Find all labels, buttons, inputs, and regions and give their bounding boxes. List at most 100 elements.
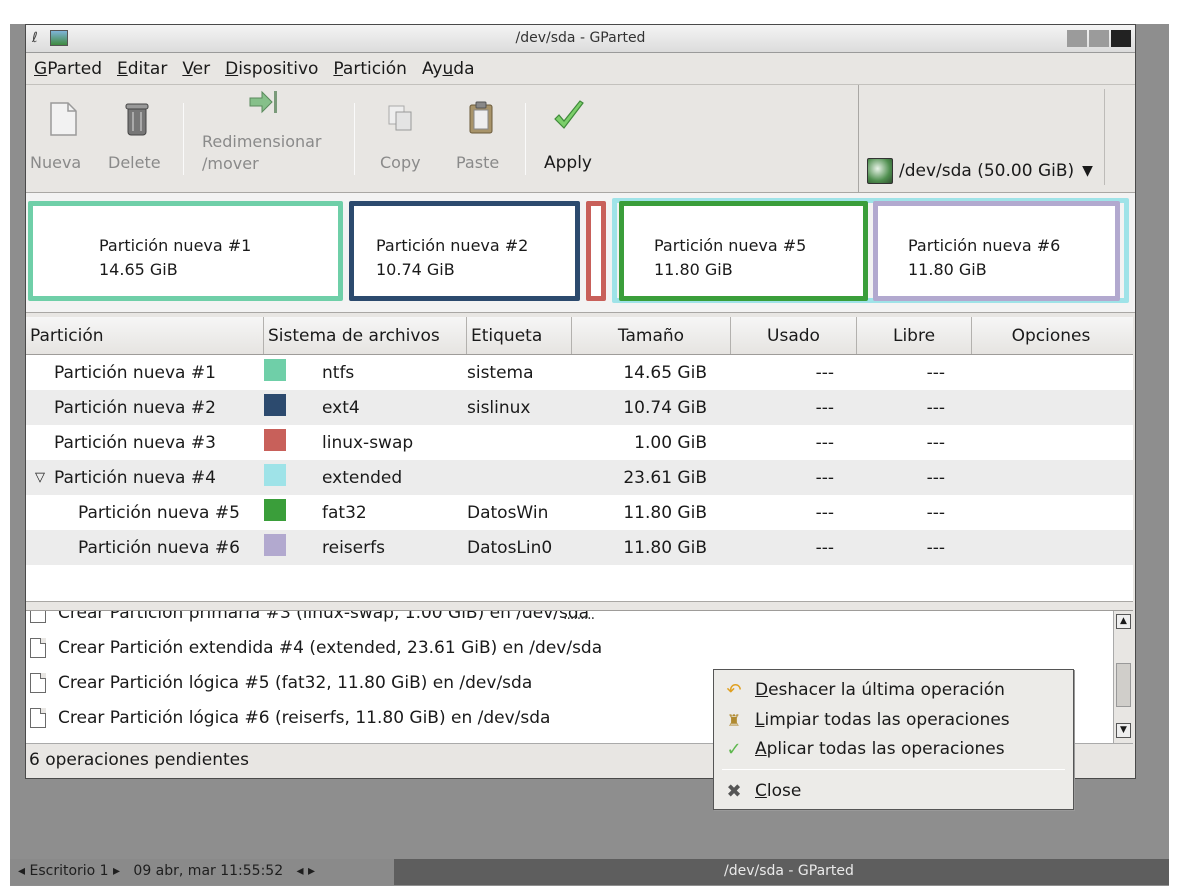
swatch-cell <box>264 499 322 526</box>
table-row[interactable]: Partición nueva #6 reiserfs DatosLin0 11.80… <box>26 530 1133 565</box>
operation-item[interactable]: Crear Partición extendida #4 (extended, … <box>26 632 602 664</box>
operations-scrollbar[interactable]: ▲ ▼ <box>1113 611 1133 743</box>
diskmap-partition-5[interactable]: Partición nueva #5 11.80 GiB <box>619 201 868 301</box>
partition-label: DatosLin0 <box>467 537 553 558</box>
copy-button[interactable]: Copy <box>374 99 434 181</box>
gparted-window: ℓ /dev/sda - GParted GParted Editar Ver … <box>25 24 1136 779</box>
undo-icon: ↶ <box>726 679 742 701</box>
resize-label-2: /mover <box>202 154 259 173</box>
partition-name: Partición nueva #5 <box>78 502 240 523</box>
resize-arrow-icon <box>249 90 277 114</box>
document-icon <box>30 611 46 623</box>
taskbar-task-gparted[interactable]: /dev/sda - GParted <box>394 859 1169 885</box>
diskmap-partition-6[interactable]: Partición nueva #6 11.80 GiB <box>873 201 1120 301</box>
apply-icon: ✓ <box>726 738 742 760</box>
partition-used: --- <box>815 537 834 558</box>
column-header-sistema[interactable]: Sistema de archivos <box>264 317 467 354</box>
dropdown-arrow-icon[interactable]: ▼ <box>1082 163 1093 179</box>
clear-all-operations-item[interactable]: ♜ Limpiar todas las operaciones <box>724 706 1010 734</box>
close-window-button[interactable] <box>1111 30 1131 47</box>
undo-last-operation-item[interactable]: ↶ Deshacer la última operación <box>724 676 1004 704</box>
filesystem: fat32 <box>322 502 367 523</box>
operation-item[interactable]: Crear Partición lógica #5 (fat32, 11.80 … <box>26 667 532 699</box>
operation-item[interactable]: Crear Partición lógica #6 (reiserfs, 11.… <box>26 702 550 734</box>
color-swatch <box>264 394 286 416</box>
menu-bar: GParted Editar Ver Dispositivo Partición… <box>26 53 1135 85</box>
table-body: Partición nueva #1 ntfs sistema 14.65 GiB --… <box>26 355 1133 565</box>
column-header-opciones[interactable]: Opciones <box>972 317 1130 354</box>
apply-button[interactable]: Apply <box>536 99 606 181</box>
column-header-particion[interactable]: Partición <box>26 317 264 354</box>
scroll-down-arrow-icon[interactable]: ▼ <box>1116 723 1131 738</box>
window-title: /dev/sda - GParted <box>515 30 646 46</box>
menu-dispositivo[interactable]: Dispositivo <box>225 59 318 79</box>
partition-used: --- <box>815 397 834 418</box>
menu-particion[interactable]: Partición <box>333 59 407 79</box>
checkmark-icon <box>554 100 584 129</box>
diskmap-partition-1[interactable]: Partición nueva #1 14.65 GiB <box>28 201 343 301</box>
paste-icon <box>469 101 493 134</box>
title-bar[interactable]: ℓ /dev/sda - GParted <box>26 25 1135 53</box>
partition-label: sislinux <box>467 397 531 418</box>
table-row[interactable]: Partición nueva #5 fat32 DatosWin 11.80 GiB… <box>26 495 1133 530</box>
menu-ayuda[interactable]: Ayuda <box>422 59 475 79</box>
paste-button[interactable]: Paste <box>450 99 516 181</box>
color-swatch <box>264 359 286 381</box>
close-menu-item[interactable]: ✖ Close <box>724 777 801 805</box>
disk-map: Partición nueva #1 14.65 GiB Partición n… <box>26 193 1135 313</box>
table-row[interactable]: Partición nueva #2 ext4 sislinux 10.74 GiB -… <box>26 390 1133 425</box>
desktop-switcher[interactable]: ◂ Escritorio 1 ▸ <box>18 863 120 879</box>
scroll-up-arrow-icon[interactable]: ▲ <box>1116 614 1131 629</box>
table-row[interactable]: Partición nueva #1 ntfs sistema 14.65 GiB --… <box>26 355 1133 390</box>
trash-icon <box>125 103 149 136</box>
diskmap-partition-2[interactable]: Partición nueva #2 10.74 GiB <box>349 201 580 301</box>
minimize-button[interactable] <box>1067 30 1087 47</box>
menu-separator <box>722 769 1065 770</box>
filesystem: reiserfs <box>322 537 385 558</box>
scroll-thumb[interactable] <box>1116 663 1131 707</box>
partition-used: --- <box>815 467 834 488</box>
copy-icon <box>388 105 412 131</box>
column-header-libre[interactable]: Libre <box>857 317 972 354</box>
partition-size: 11.80 GiB <box>623 502 707 523</box>
resize-move-button[interactable]: Redimensionar/mover <box>196 89 346 181</box>
task-nav[interactable]: ◂ ▸ <box>296 863 315 879</box>
pending-count-status: 6 operaciones pendientes <box>29 750 249 770</box>
column-header-tamano[interactable]: Tamaño <box>572 317 731 354</box>
partition-label: DatosWin <box>467 502 549 523</box>
partition-free: --- <box>926 467 945 488</box>
column-header-usado[interactable]: Usado <box>731 317 857 354</box>
partition-name: Partición nueva #3 <box>54 432 216 453</box>
diskmap-partition-3[interactable] <box>586 201 606 301</box>
partition-name: Partición nueva #1 <box>54 362 216 383</box>
menu-ver[interactable]: Ver <box>182 59 210 79</box>
column-header-etiqueta[interactable]: Etiqueta <box>467 317 572 354</box>
partition-name: Partición nueva #6 <box>78 537 240 558</box>
partition-name: Partición nueva #4 <box>54 467 216 488</box>
filesystem: linux-swap <box>322 432 414 453</box>
device-label: /dev/sda (50.00 GiB) <box>899 161 1075 181</box>
partition-size: 1.00 GiB <box>634 432 707 453</box>
close-icon: ✖ <box>726 780 742 802</box>
apply-all-operations-item[interactable]: ✓ Aplicar todas las operaciones <box>724 735 1004 763</box>
partition-used: --- <box>815 362 834 383</box>
color-swatch <box>264 429 286 451</box>
table-row[interactable]: ▽ Partición nueva #4 extended 23.61 GiB --- -… <box>26 460 1133 495</box>
table-row[interactable]: Partición nueva #3 linux-swap 1.00 GiB --- -… <box>26 425 1133 460</box>
toolbar: Nueva Delete Redimensionar/mover Copy Pa… <box>26 85 1135 193</box>
taskbar: ◂ Escritorio 1 ▸ 09 abr, mar 11:55:52 ◂ … <box>10 859 1169 885</box>
menu-editar[interactable]: Editar <box>117 59 167 79</box>
delete-partition-button[interactable]: Delete <box>104 99 174 181</box>
operation-item[interactable]: Crear Partición primaria #3 (linux-swap,… <box>26 611 589 629</box>
operations-context-menu: ↶ Deshacer la última operación ♜ Limpiar… <box>713 669 1074 810</box>
document-icon <box>30 673 46 693</box>
new-partition-button[interactable]: Nueva <box>30 99 100 181</box>
expander-icon[interactable]: ▽ <box>26 470 54 485</box>
document-icon <box>30 638 46 658</box>
new-document-icon <box>50 102 77 136</box>
table-header: Partición Sistema de archivos Etiqueta T… <box>26 317 1133 355</box>
swatch-cell <box>264 394 322 421</box>
menu-gparted[interactable]: GParted <box>34 59 102 79</box>
partition-name: Partición nueva #2 <box>54 397 216 418</box>
maximize-button[interactable] <box>1089 30 1109 47</box>
